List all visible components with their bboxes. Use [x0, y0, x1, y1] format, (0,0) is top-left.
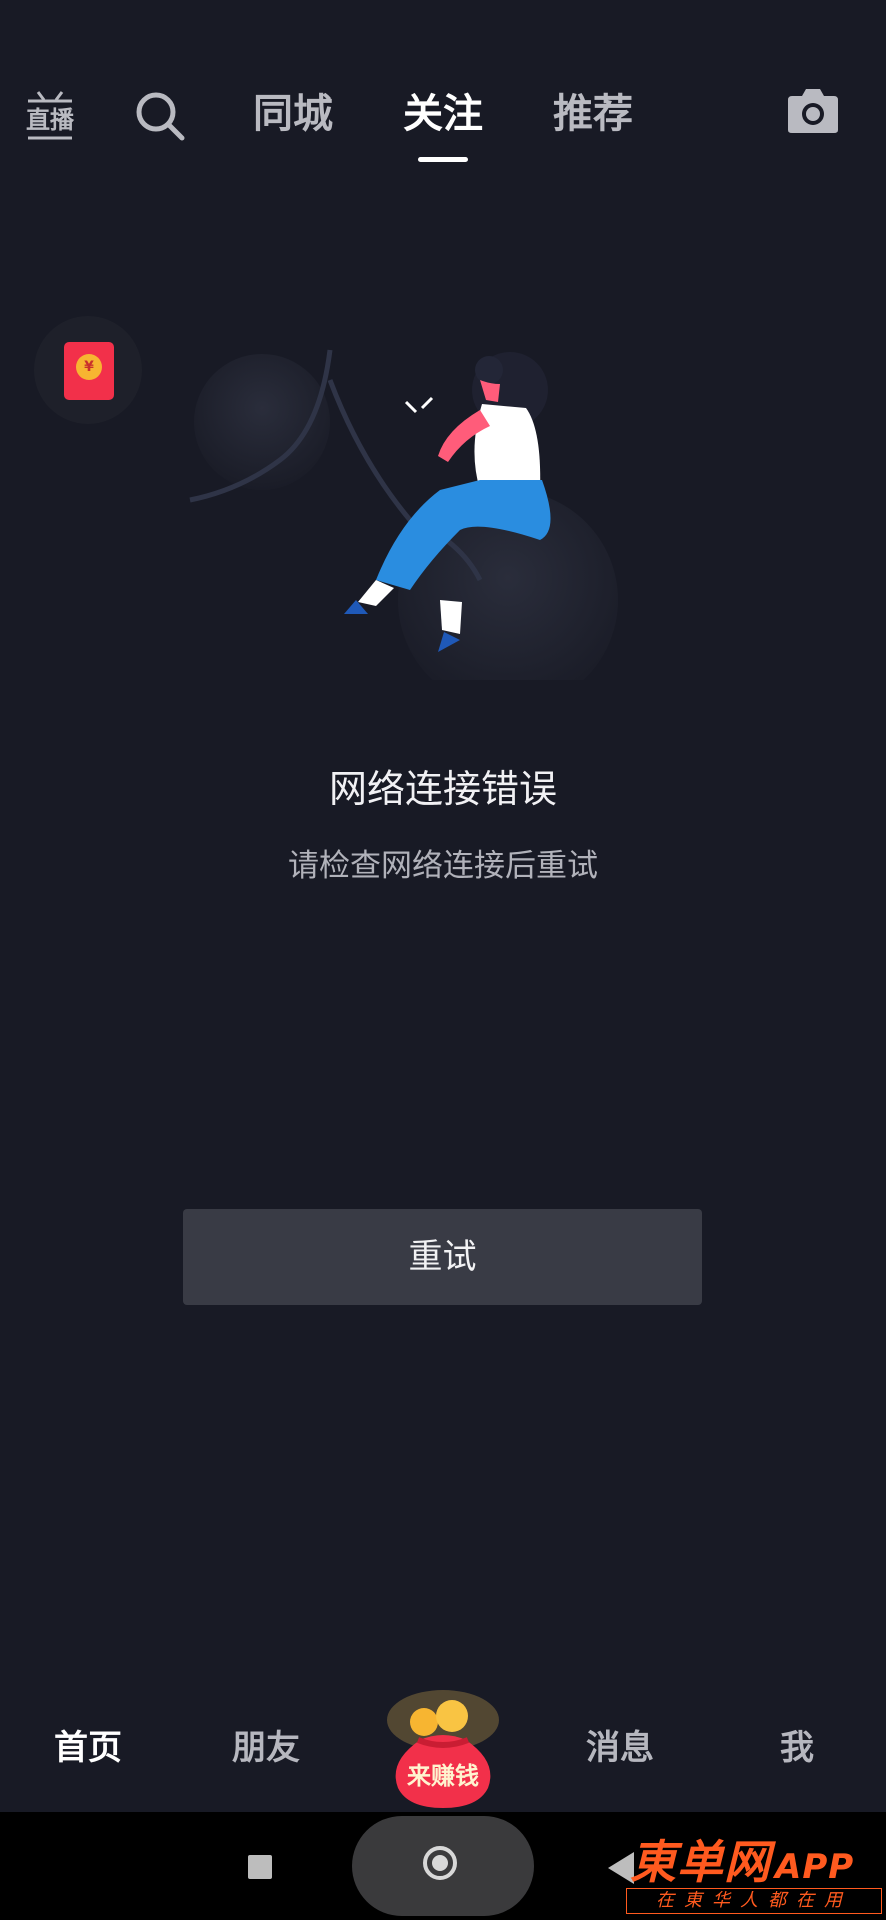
- coin-icon: ¥: [76, 354, 102, 380]
- error-title: 网络连接错误: [328, 767, 557, 811]
- watermark: 東单网 APP 在東华人都在用: [626, 1826, 882, 1914]
- camera-icon[interactable]: [784, 86, 842, 136]
- nav-earn-money[interactable]: 来赚钱: [380, 1680, 506, 1812]
- nav-earn-label: 来赚钱: [407, 1762, 479, 1790]
- live-label: 直播: [26, 106, 75, 134]
- retry-button[interactable]: 重试: [183, 1209, 702, 1305]
- watermark-brand-name: 東单网: [630, 1835, 771, 1889]
- tab-following-label: 关注: [403, 91, 483, 137]
- money-bag-icon: [387, 1690, 499, 1808]
- watermark-brand-suffix: APP: [775, 1847, 855, 1887]
- tab-recommended[interactable]: 推荐: [548, 86, 638, 142]
- red-packet-button[interactable]: ¥: [34, 316, 142, 424]
- top-bar: 直播 同城 关注 推荐: [0, 0, 886, 180]
- watermark-slogan: 在東华人都在用: [626, 1888, 882, 1914]
- nav-friends[interactable]: 朋友: [226, 1722, 306, 1774]
- tab-nearby[interactable]: 同城: [248, 86, 338, 142]
- home-button[interactable]: [352, 1816, 534, 1916]
- nav-home[interactable]: 首页: [48, 1722, 128, 1774]
- recent-apps-icon[interactable]: [248, 1855, 272, 1879]
- nav-messages[interactable]: 消息: [580, 1722, 660, 1774]
- live-broadcast-icon[interactable]: 直播: [24, 86, 76, 142]
- network-error-illustration: [180, 340, 640, 710]
- search-icon[interactable]: [132, 88, 188, 144]
- error-subtitle: 请检查网络连接后重试: [288, 848, 598, 884]
- watermark-brand: 東单网 APP: [630, 1826, 854, 1892]
- active-tab-indicator: [418, 157, 468, 162]
- tab-following[interactable]: 关注: [398, 86, 488, 162]
- home-dot-icon: [432, 1855, 448, 1871]
- nav-me[interactable]: 我: [762, 1722, 832, 1774]
